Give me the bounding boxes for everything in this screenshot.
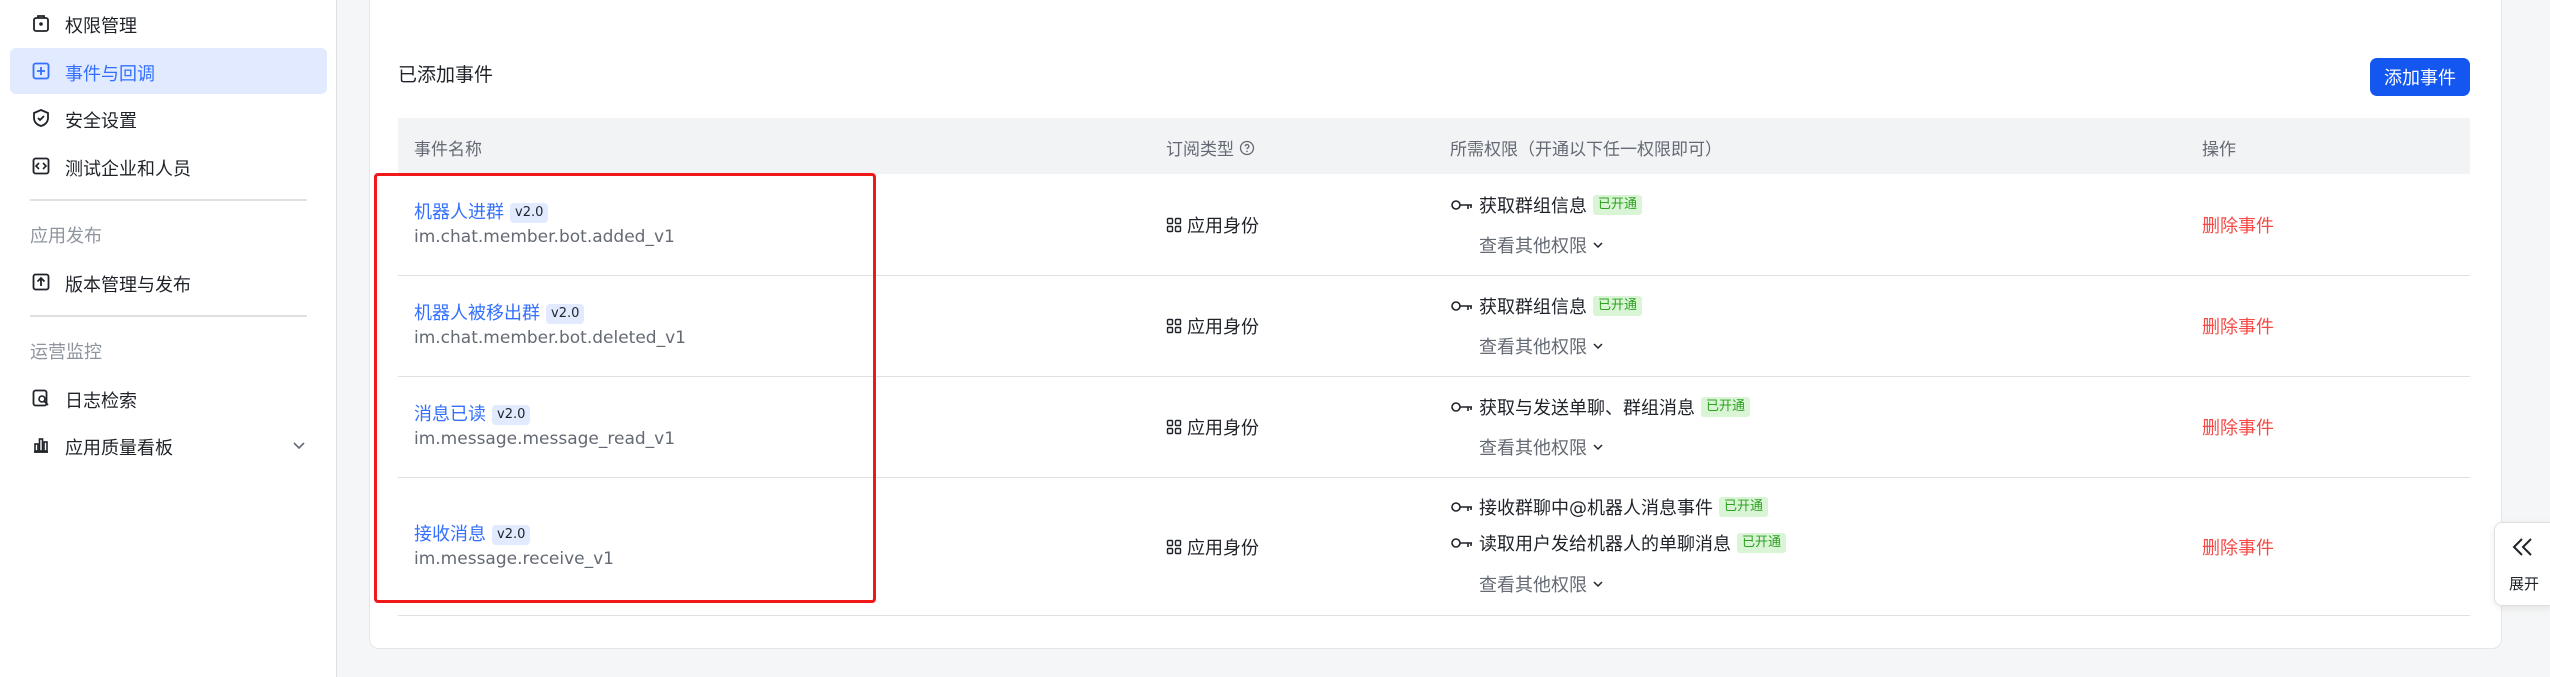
- permission-item: 读取用户发给机器人的单聊消息 已开通: [1450, 530, 1787, 556]
- expand-label: 展开: [2509, 575, 2540, 593]
- chevron-down-icon: [1591, 339, 1605, 353]
- sidebar-item-security[interactable]: 安全设置: [10, 95, 327, 141]
- status-badge: 已开通: [1737, 533, 1787, 553]
- sidebar-divider: [30, 315, 307, 317]
- sidebar-item-test-org[interactable]: 测试企业和人员: [10, 143, 327, 189]
- shield-icon: [31, 108, 51, 128]
- delete-event-button[interactable]: 删除事件: [2202, 534, 2274, 560]
- status-badge: 已开通: [1593, 296, 1643, 316]
- key-icon: [1450, 400, 1474, 414]
- log-search-icon: [31, 388, 51, 408]
- view-other-permissions-link[interactable]: 查看其他权限: [1479, 571, 1605, 597]
- subscription-type: 应用身份: [1166, 313, 1259, 339]
- column-header-subscription-type: 订阅类型: [1166, 135, 1255, 160]
- sidebar-item-label: 版本管理与发布: [65, 275, 191, 296]
- sidebar-item-label: 权限管理: [65, 16, 137, 37]
- sidebar-item-label: 日志检索: [65, 391, 137, 412]
- view-other-permissions-link[interactable]: 查看其他权限: [1479, 232, 1605, 258]
- more-permissions-label: 查看其他权限: [1479, 337, 1587, 358]
- bar-chart-icon: [31, 435, 51, 455]
- delete-event-button[interactable]: 删除事件: [2202, 212, 2274, 238]
- subscription-type: 应用身份: [1166, 414, 1259, 440]
- event-callback-icon: [31, 61, 51, 81]
- key-icon: [1450, 500, 1474, 514]
- page-title: 已添加事件: [398, 64, 494, 86]
- subscription-type: 应用身份: [1166, 534, 1259, 560]
- column-header-permissions: 所需权限（开通以下任一权限即可）: [1450, 140, 1722, 160]
- sidebar-item-label: 应用质量看板: [65, 438, 173, 459]
- status-badge: 已开通: [1719, 497, 1769, 517]
- chevron-down-icon: [1591, 577, 1605, 591]
- app-grid-icon: [1166, 318, 1182, 334]
- subscription-type-label: 应用身份: [1187, 317, 1259, 338]
- delete-event-button[interactable]: 删除事件: [2202, 414, 2274, 440]
- lock-icon: [31, 13, 51, 33]
- add-event-button[interactable]: 添加事件: [2370, 58, 2470, 96]
- chevron-down-icon: [1591, 440, 1605, 454]
- upload-icon: [31, 272, 51, 292]
- double-chevron-left-icon: [2511, 535, 2535, 559]
- chevron-down-icon[interactable]: [291, 437, 307, 458]
- permission-label: 获取与发送单聊、群组消息: [1479, 398, 1695, 419]
- permission-item: 接收群聊中@机器人消息事件 已开通: [1450, 494, 1769, 520]
- sidebar-item-version-publish[interactable]: 版本管理与发布: [10, 259, 327, 305]
- permission-item: 获取群组信息 已开通: [1450, 293, 1643, 319]
- app-grid-icon: [1166, 419, 1182, 435]
- key-icon: [1450, 299, 1474, 313]
- column-header-name: 事件名称: [414, 140, 482, 160]
- section-title-ops: 运营监控: [30, 342, 102, 363]
- subscription-type: 应用身份: [1166, 212, 1259, 238]
- more-permissions-label: 查看其他权限: [1479, 438, 1587, 459]
- highlight-box: [374, 173, 876, 603]
- app-grid-icon: [1166, 539, 1182, 555]
- section-title-publish: 应用发布: [30, 226, 102, 247]
- expand-panel-button[interactable]: 展开: [2494, 522, 2550, 606]
- view-other-permissions-link[interactable]: 查看其他权限: [1479, 434, 1605, 460]
- permission-label: 获取群组信息: [1479, 196, 1587, 217]
- sidebar-divider: [30, 199, 307, 201]
- sidebar-item-quality-board[interactable]: 应用质量看板: [10, 422, 327, 468]
- subscription-type-label: 应用身份: [1187, 538, 1259, 559]
- permission-item: 获取群组信息 已开通: [1450, 192, 1643, 218]
- sidebar-item-log-search[interactable]: 日志检索: [10, 375, 327, 421]
- more-permissions-label: 查看其他权限: [1479, 236, 1587, 257]
- permission-label: 获取群组信息: [1479, 297, 1587, 318]
- permission-label: 接收群聊中@机器人消息事件: [1479, 498, 1713, 519]
- more-permissions-label: 查看其他权限: [1479, 575, 1587, 596]
- key-icon: [1450, 536, 1474, 550]
- chevron-down-icon: [1591, 238, 1605, 252]
- sidebar-item-events-callbacks[interactable]: 事件与回调: [10, 48, 327, 94]
- view-other-permissions-link[interactable]: 查看其他权限: [1479, 333, 1605, 359]
- delete-event-button[interactable]: 删除事件: [2202, 313, 2274, 339]
- column-header-actions: 操作: [2202, 140, 2236, 160]
- subscription-type-label: 应用身份: [1187, 418, 1259, 439]
- app-grid-icon: [1166, 217, 1182, 233]
- sidebar-item-label: 测试企业和人员: [65, 159, 191, 180]
- code-icon: [31, 156, 51, 176]
- table-header: 事件名称 订阅类型 所需权限（开通以下任一权限即可） 操作: [398, 118, 2470, 174]
- subscription-type-label: 应用身份: [1187, 216, 1259, 237]
- sidebar: 权限管理 事件与回调 安全设置 测试企业和人员 应用发布 版本管理与发布 运营监…: [0, 0, 337, 677]
- key-icon: [1450, 198, 1474, 212]
- help-icon[interactable]: [1239, 140, 1255, 156]
- sidebar-item-label: 事件与回调: [65, 64, 155, 85]
- permission-item: 获取与发送单聊、群组消息 已开通: [1450, 394, 1751, 420]
- column-header-label: 订阅类型: [1166, 140, 1234, 160]
- status-badge: 已开通: [1593, 195, 1643, 215]
- permission-label: 读取用户发给机器人的单聊消息: [1479, 534, 1731, 555]
- sidebar-item-permissions[interactable]: 权限管理: [10, 0, 327, 46]
- sidebar-item-label: 安全设置: [65, 111, 137, 132]
- status-badge: 已开通: [1701, 397, 1751, 417]
